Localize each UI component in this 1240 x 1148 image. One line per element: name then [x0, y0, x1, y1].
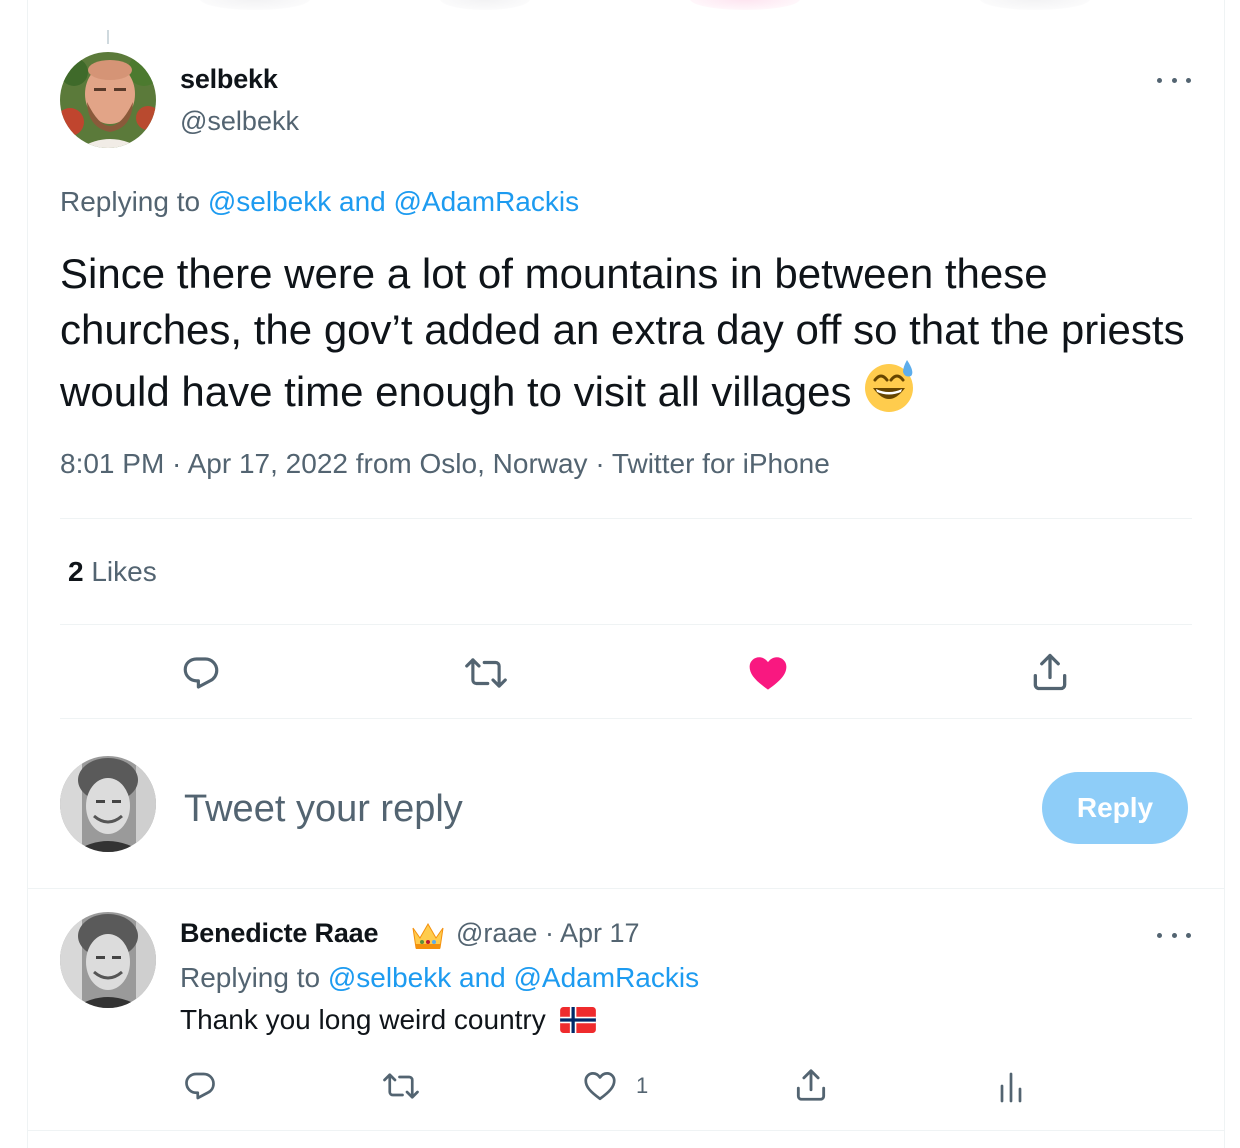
replying-prefix: Replying to	[60, 186, 208, 217]
crown-emoji-icon	[410, 918, 446, 957]
heart-filled-icon	[746, 652, 790, 694]
analytics-icon	[996, 1068, 1026, 1104]
tweet-metadata: 8:01 PM · Apr 17, 2022 from Oslo, Norway…	[60, 448, 830, 479]
retweet-action-button[interactable]	[382, 1068, 420, 1104]
replying-prefix: Replying to	[180, 962, 328, 993]
replying-to-users-link[interactable]: @selbekk and @AdamRackis	[328, 962, 699, 993]
like-count: 1	[636, 1073, 649, 1098]
like-action-button[interactable]: 1	[582, 1068, 648, 1104]
reply-action-button[interactable]	[182, 1068, 218, 1104]
more-options-icon[interactable]	[1157, 925, 1191, 945]
reply-author-display-name[interactable]: Benedicte Raae	[180, 918, 378, 949]
tweet-text: Since there were a lot of mountains in b…	[60, 246, 1190, 420]
author-display-name[interactable]: selbekk	[180, 64, 278, 95]
avatar[interactable]	[60, 52, 156, 148]
divider	[28, 1130, 1224, 1131]
heart-outline-icon	[582, 1068, 618, 1104]
tweet-reply-input[interactable]	[184, 784, 1004, 834]
reply-author-avatar[interactable]	[60, 912, 156, 1008]
divider	[28, 888, 1224, 889]
replying-to-users-link[interactable]: @selbekk and @AdamRackis	[208, 186, 579, 217]
likes-count[interactable]: 2 Likes	[68, 556, 157, 588]
replying-to: Replying to @selbekk and @AdamRackis	[60, 186, 579, 218]
retweet-icon	[464, 652, 508, 694]
reply-icon	[180, 652, 222, 694]
divider	[60, 518, 1192, 519]
reply-tweet-text: Thank you long weird country	[180, 1004, 596, 1040]
share-icon	[1028, 650, 1072, 694]
current-user-avatar[interactable]	[60, 756, 156, 852]
divider	[60, 718, 1192, 719]
likes-number: 2	[68, 556, 84, 587]
reply-handle-and-date[interactable]: @raae · Apr 17	[456, 918, 640, 949]
replying-to: Replying to @selbekk and @AdamRackis	[180, 962, 699, 994]
share-action-button[interactable]	[1028, 650, 1072, 694]
reply-submit-button[interactable]: Reply	[1042, 772, 1188, 844]
analytics-action-button[interactable]	[996, 1068, 1026, 1104]
sweat-smile-emoji-icon	[861, 358, 917, 414]
retweet-action-button[interactable]	[464, 652, 508, 694]
reply-action-button[interactable]	[180, 652, 222, 694]
reply-icon	[182, 1068, 218, 1104]
author-handle[interactable]: @selbekk	[180, 106, 299, 137]
share-action-button[interactable]	[792, 1066, 830, 1104]
divider	[60, 624, 1192, 625]
tweet-body: Since there were a lot of mountains in b…	[60, 250, 1185, 415]
more-options-icon[interactable]	[1157, 70, 1191, 90]
reply-body: Thank you long weird country	[180, 1004, 546, 1035]
share-icon	[792, 1066, 830, 1104]
thread-connector-line	[107, 30, 109, 44]
norway-flag-icon	[559, 1007, 596, 1040]
like-action-button[interactable]	[746, 652, 790, 694]
likes-label: Likes	[83, 556, 157, 587]
retweet-icon	[382, 1068, 420, 1104]
